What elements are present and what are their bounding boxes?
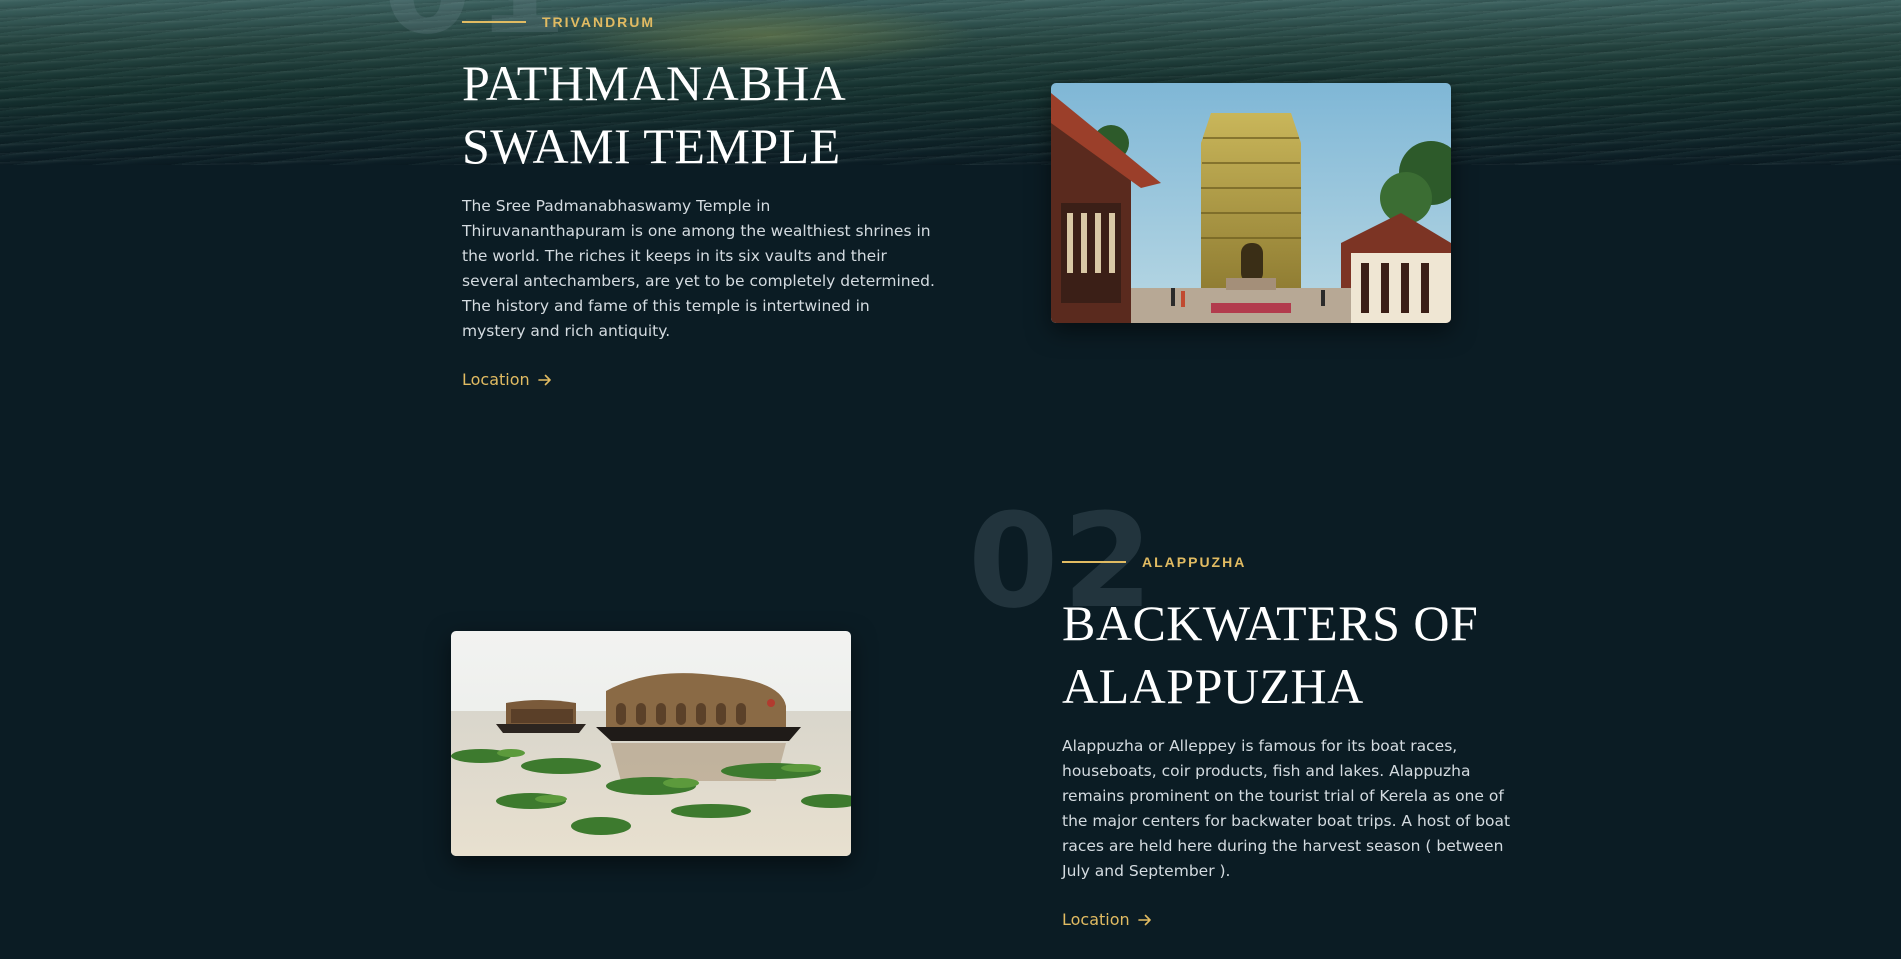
houseboat-photo (451, 631, 851, 856)
eyebrow: ALAPPUZHA (1062, 554, 1246, 570)
eyebrow-label: TRIVANDRUM (542, 14, 656, 30)
arrow-right-icon (1137, 914, 1151, 925)
water-background (0, 0, 1901, 165)
eyebrow: TRIVANDRUM (462, 14, 655, 30)
destination-description: Alappuzha or Alleppey is famous for its … (1062, 737, 1511, 880)
location-label: Location (462, 370, 530, 389)
destination-description: The Sree Padmanabhaswamy Temple in Thiru… (462, 197, 935, 340)
title-line-2: ALAPPUZHA (1062, 658, 1364, 714)
location-link[interactable]: Location (462, 370, 552, 389)
eyebrow-line (462, 21, 526, 23)
destination-title: BACKWATERS OF ALAPPUZHA (1062, 592, 1478, 718)
location-link[interactable]: Location (1062, 910, 1152, 929)
arrow-right-icon (537, 374, 551, 385)
eyebrow-label: ALAPPUZHA (1142, 554, 1247, 570)
temple-photo (1051, 83, 1451, 323)
eyebrow-line (1062, 561, 1126, 563)
destination-title: PATHMANABHA SWAMI TEMPLE (462, 52, 846, 178)
title-line-2: SWAMI TEMPLE (462, 118, 841, 174)
title-line-1: PATHMANABHA (462, 55, 847, 111)
location-label: Location (1062, 910, 1130, 929)
title-line-1: BACKWATERS OF (1062, 595, 1479, 651)
